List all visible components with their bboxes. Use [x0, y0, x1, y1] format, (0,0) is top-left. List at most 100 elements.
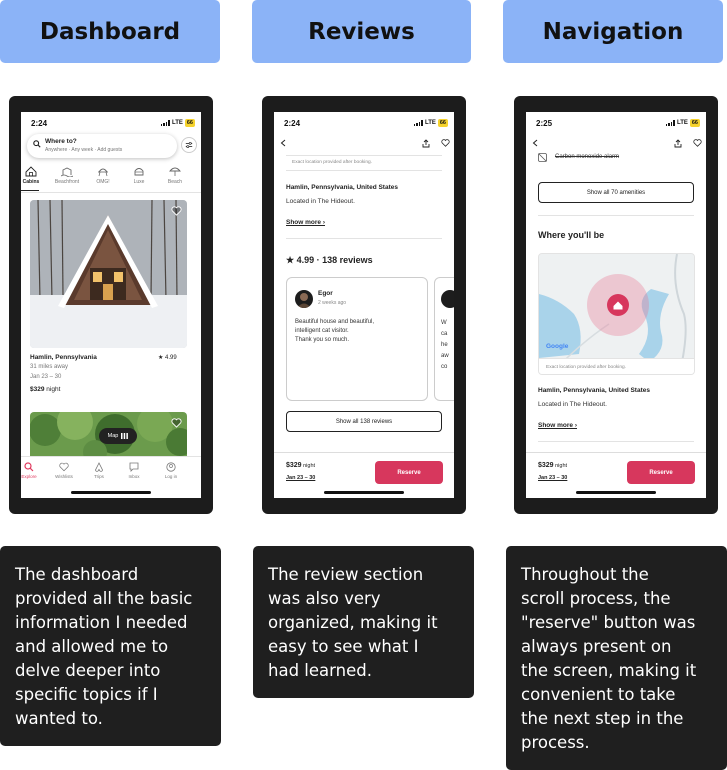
search-icon	[24, 462, 34, 472]
network-label: LTE	[424, 120, 436, 126]
price-value: $329	[538, 462, 554, 469]
caption-line: had learned.	[268, 661, 372, 680]
signal-icon	[413, 120, 423, 126]
top-nav	[274, 136, 454, 152]
category-label: Beach	[167, 179, 183, 185]
header-navigation-label: Navigation	[542, 18, 684, 45]
save-heart-icon[interactable]	[441, 139, 450, 147]
caption-line: the next step in the	[521, 709, 684, 728]
where-youll-be-title: Where you'll be	[538, 230, 605, 240]
google-logo: Google	[546, 343, 569, 350]
category-active-indicator	[21, 190, 39, 191]
caption-line: information I needed	[15, 613, 188, 632]
status-time: 2:25	[536, 119, 553, 128]
caption-line: convenient to take	[521, 685, 676, 704]
show-more-link[interactable]: Show more ›	[538, 422, 577, 429]
divider	[21, 192, 201, 193]
category-label: Cabins	[22, 179, 40, 185]
category-beachfront[interactable]: Beachfront	[53, 166, 81, 185]
header-reviews-label: Reviews	[308, 18, 415, 45]
heart-icon	[59, 462, 69, 472]
amenity-item: Carbon monoxide alarm	[555, 154, 620, 160]
tab-label: Log in	[164, 474, 178, 479]
caption-line: Throughout the	[521, 565, 649, 584]
back-arrow-icon[interactable]	[280, 139, 286, 147]
wishlist-heart-icon[interactable]	[171, 206, 182, 216]
filter-button[interactable]	[181, 137, 197, 153]
divider	[538, 215, 694, 216]
caption-line: delve deeper into	[15, 661, 161, 680]
caption-line: provided all the basic	[15, 589, 193, 608]
footer-dates[interactable]: Jan 23 – 30	[286, 475, 315, 481]
caption-line: specific topics if I	[15, 685, 158, 704]
divider	[286, 170, 442, 171]
price-unit: night	[553, 463, 568, 469]
network-label: LTE	[676, 120, 688, 126]
map-toggle-button[interactable]: Map	[99, 428, 137, 444]
category-beach[interactable]: Beach	[161, 166, 189, 185]
review-line: he	[441, 342, 448, 348]
reserve-label: Reserve	[649, 469, 673, 476]
wishlist-heart-icon-2[interactable]	[171, 418, 182, 428]
search-bar[interactable]: Where to? Anywhere · Any week · Add gues…	[27, 134, 177, 158]
top-nav	[526, 136, 706, 152]
exact-location-note: Exact location provided after booking.	[292, 160, 372, 165]
review-card-peek[interactable]: W ca he aw co	[434, 277, 454, 401]
tab-inbox[interactable]: Inbox	[121, 462, 147, 479]
category-luxe[interactable]: Luxe	[125, 166, 153, 185]
review-date: 2 weeks ago	[318, 300, 347, 306]
reserve-label: Reserve	[397, 469, 421, 476]
divider	[538, 441, 694, 442]
tab-label: Explore	[21, 474, 37, 479]
review-card[interactable]: Egor 2 weeks ago Beautiful house and bea…	[286, 277, 428, 401]
reviewer-avatar	[295, 290, 313, 308]
reserve-button[interactable]: Reserve	[627, 461, 695, 484]
back-arrow-icon[interactable]	[532, 139, 538, 147]
a-frame-cabin-image	[30, 200, 187, 348]
footer-price: $329 night	[286, 462, 315, 469]
tab-trips[interactable]: Trips	[86, 462, 112, 479]
footer-dates[interactable]: Jan 23 – 30	[538, 475, 567, 481]
price-value: $329	[30, 386, 45, 393]
battery-icon: 66	[689, 119, 700, 127]
status-bar: 2:25 LTE 66	[526, 112, 706, 132]
chat-icon	[129, 462, 139, 472]
location-map[interactable]: Google Exact location provided after boo…	[538, 253, 695, 375]
cabin-icon	[25, 166, 37, 177]
home-indicator	[324, 491, 404, 494]
reviews-summary: ★ 4.99 · 138 reviews	[286, 255, 373, 265]
category-label: OMG!	[96, 179, 110, 185]
button-label: Show all 70 amenities	[586, 189, 646, 196]
tab-login[interactable]: Log in	[158, 462, 184, 479]
listing-photo[interactable]	[30, 200, 187, 348]
listing-price: $329 night	[30, 386, 60, 393]
review-line: Beautiful house and beautiful,	[295, 319, 375, 325]
reviews-screen: 2:24 LTE 66 Exact location provided afte…	[274, 112, 454, 498]
map-image	[539, 254, 694, 374]
tab-explore[interactable]: Explore	[21, 462, 42, 479]
listing-dates: Jan 23 – 30	[30, 374, 62, 380]
category-cabins[interactable]: Cabins	[21, 166, 45, 185]
tab-wishlists[interactable]: Wishlists	[51, 462, 77, 479]
battery-icon: 66	[437, 119, 448, 127]
caption-line: wanted to.	[15, 709, 103, 728]
share-icon[interactable]	[422, 139, 430, 148]
beachfront-icon	[61, 167, 73, 177]
category-omg[interactable]: OMG!	[89, 166, 117, 185]
reserve-button[interactable]: Reserve	[375, 461, 443, 484]
show-all-amenities-button[interactable]: Show all 70 amenities	[538, 182, 694, 203]
reviewer-avatar	[441, 290, 454, 308]
show-more-link[interactable]: Show more ›	[286, 219, 325, 226]
save-heart-icon[interactable]	[693, 139, 702, 147]
review-text: Beautiful house and beautiful, intellige…	[295, 318, 374, 345]
caption-reviews: The review section was also very organiz…	[253, 546, 474, 698]
review-text-peek: W ca he aw co	[441, 318, 449, 373]
map-footer: Exact location provided after booking.	[539, 358, 694, 374]
phone-navigation: 2:25 LTE 66 Carbon monoxide alarm Show a…	[514, 96, 718, 514]
show-all-reviews-button[interactable]: Show all 138 reviews	[286, 411, 442, 432]
caption-dashboard: The dashboard provided all the basic inf…	[0, 546, 221, 746]
category-label: Luxe	[133, 179, 145, 185]
located-in-text: Located in The Hideout.	[286, 198, 355, 205]
share-icon[interactable]	[674, 139, 682, 148]
category-label: Beachfront	[54, 179, 80, 185]
